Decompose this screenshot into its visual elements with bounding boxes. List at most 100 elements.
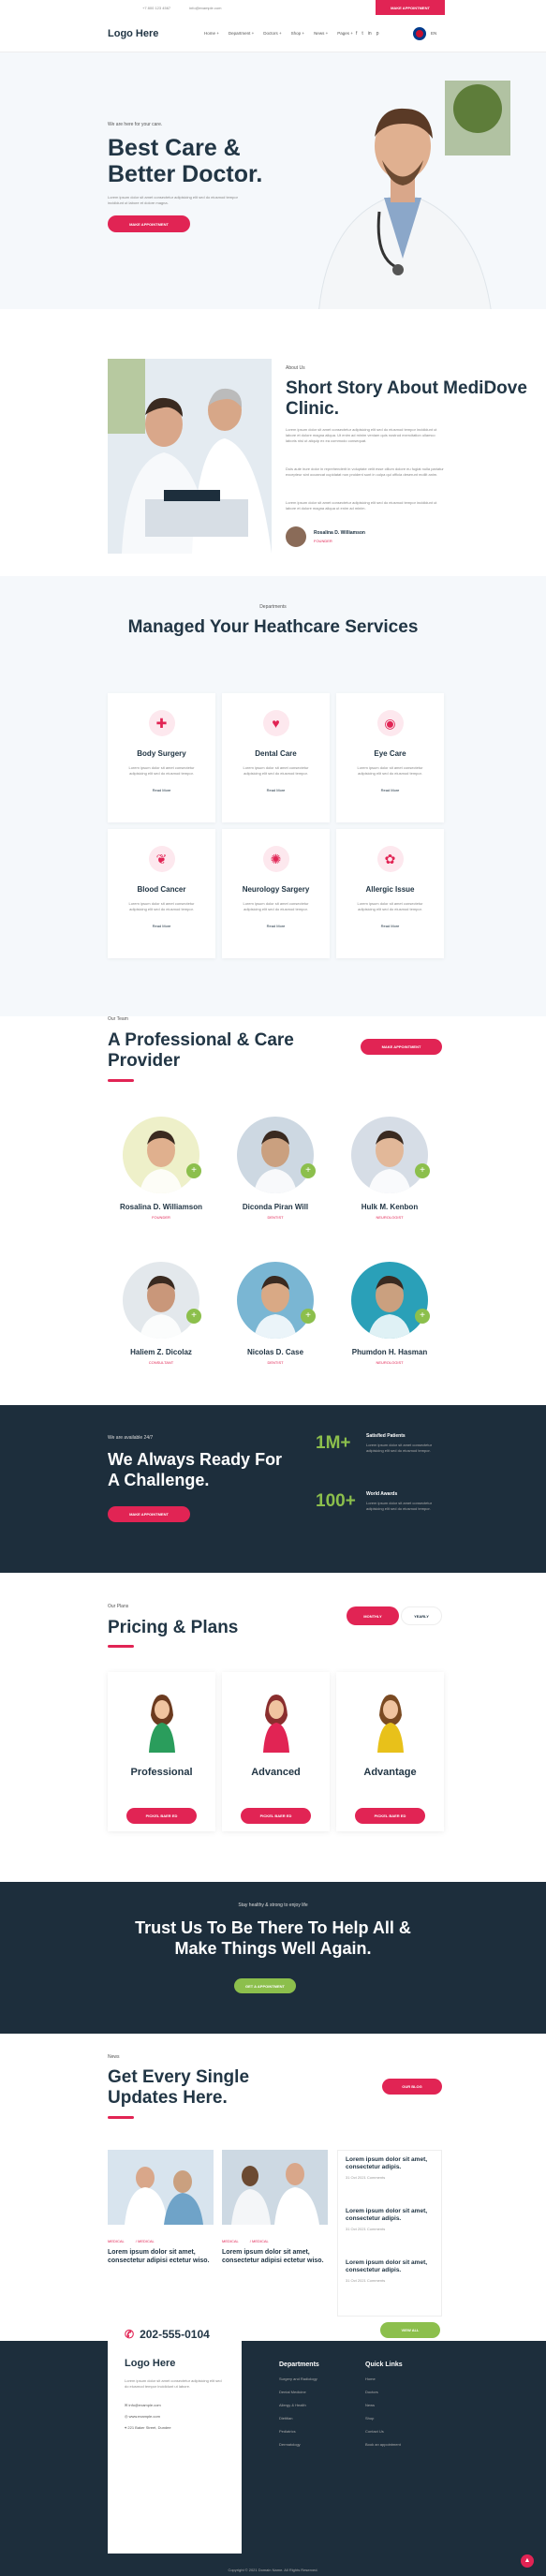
brain-icon: ✺ bbox=[262, 846, 289, 872]
nav-item-news[interactable]: News + bbox=[314, 31, 328, 36]
footer-link[interactable]: Doctors bbox=[365, 2390, 403, 2394]
linkedin-icon[interactable]: in bbox=[368, 31, 372, 37]
nav-item-shop[interactable]: Shop + bbox=[291, 31, 304, 36]
service-title: Body Surgery bbox=[137, 749, 186, 758]
service-card[interactable]: ♥ Dental Care Lorem ipsum dolor sit amet… bbox=[222, 693, 330, 822]
nav-item-doctors[interactable]: Doctors + bbox=[263, 31, 281, 36]
recent-post[interactable]: Lorem ipsum dolor sit amet, consectetur … bbox=[346, 2156, 434, 2180]
footer: ✆ 202-555-0104 Logo Here Lorem ipsum dolo… bbox=[0, 2315, 546, 2576]
plus-icon[interactable]: + bbox=[301, 1163, 316, 1178]
recent-post-title[interactable]: Lorem ipsum dolor sit amet, consectetur … bbox=[346, 2259, 434, 2274]
facebook-icon[interactable]: f bbox=[356, 31, 357, 37]
footer-phone[interactable]: 202-555-0104 bbox=[140, 2328, 210, 2341]
footer-logo[interactable]: Logo Here bbox=[125, 2358, 225, 2369]
read-more-link[interactable]: Read More bbox=[108, 788, 215, 792]
team-member-role: NEUROLOGIST bbox=[376, 1215, 404, 1220]
recent-post[interactable]: Lorem ipsum dolor sit amet, consectetur … bbox=[346, 2208, 434, 2231]
scroll-top-icon[interactable]: ▲ bbox=[521, 2554, 534, 2568]
title-underline bbox=[108, 1079, 134, 1082]
footer-website[interactable]: www.example.com bbox=[129, 2414, 160, 2419]
service-description: Lorem ipsum dolor sit amet consectetur a… bbox=[128, 765, 195, 776]
plus-icon[interactable]: + bbox=[415, 1309, 430, 1324]
plan-button[interactable]: PICKEL BAER ED bbox=[126, 1808, 197, 1824]
team-member[interactable]: + Phumdon H. Hasman NEUROLOGIST bbox=[329, 1262, 450, 1365]
team-member-role: DENTIST bbox=[267, 1360, 284, 1365]
blog-post-image bbox=[108, 2150, 214, 2225]
team-member[interactable]: + Hulk M. Kenbon NEUROLOGIST bbox=[329, 1117, 450, 1220]
hero-appointment-button[interactable]: MAKE APPOINTMENT bbox=[108, 215, 190, 232]
team-member[interactable]: + Haliem Z. Dicolaz CONSULTANT bbox=[100, 1262, 222, 1365]
footer-link[interactable]: Book an appointment bbox=[365, 2442, 403, 2447]
post-tag[interactable]: MEDICAL bbox=[108, 2239, 125, 2243]
plus-icon[interactable]: + bbox=[415, 1163, 430, 1178]
post-tag[interactable]: / MEDICAL bbox=[136, 2239, 155, 2243]
team-member[interactable]: + Rosalina D. Williamson FOUNDER bbox=[100, 1117, 222, 1220]
recent-post-title[interactable]: Lorem ipsum dolor sit amet, consectetur … bbox=[346, 2208, 434, 2223]
logo[interactable]: Logo Here bbox=[108, 28, 158, 39]
our-blog-button[interactable]: OUR BLOG bbox=[382, 2079, 442, 2095]
read-more-link[interactable]: Read More bbox=[336, 924, 444, 928]
plan-illustration bbox=[262, 1695, 289, 1753]
team-appointment-button[interactable]: MAKE APPOINTMENT bbox=[361, 1039, 442, 1055]
challenge-appointment-button[interactable]: MAKE APPOINTMENT bbox=[108, 1506, 190, 1522]
read-more-link[interactable]: Read More bbox=[108, 924, 215, 928]
footer-link[interactable]: Dermatology bbox=[279, 2442, 319, 2447]
team-member-role: CONSULTANT bbox=[148, 1360, 174, 1365]
team-member[interactable]: + Nicolas D. Case DENTIST bbox=[214, 1262, 336, 1365]
service-card[interactable]: ✺ Neurology Sargery Lorem ipsum dolor si… bbox=[222, 829, 330, 958]
top-appointment-button[interactable]: MAKE APPOINTMENT bbox=[376, 0, 445, 15]
nav-item-department[interactable]: Department + bbox=[229, 31, 254, 36]
service-card[interactable]: ✿ Allergic Issue Lorem ipsum dolor sit a… bbox=[336, 829, 444, 958]
post-tag[interactable]: MEDICAL bbox=[222, 2239, 239, 2243]
doctor-image bbox=[318, 81, 510, 309]
service-card[interactable]: ❦ Blood Cancer Lorem ipsum dolor sit ame… bbox=[108, 829, 215, 958]
eye-icon: ◉ bbox=[376, 710, 404, 736]
stat-label: Satisfied Patients bbox=[366, 1433, 406, 1439]
plus-icon[interactable]: + bbox=[301, 1309, 316, 1324]
service-description: Lorem ipsum dolor sit amet consectetur a… bbox=[128, 901, 195, 911]
recent-post[interactable]: Lorem ipsum dolor sit amet, consectetur … bbox=[346, 2259, 434, 2283]
uk-flag-icon[interactable] bbox=[413, 26, 426, 40]
footer-link[interactable]: News bbox=[365, 2403, 403, 2407]
cta-appointment-button[interactable]: GET A APPOINTMENT bbox=[234, 1978, 296, 1993]
pinterest-icon[interactable]: p bbox=[376, 31, 379, 37]
service-card[interactable]: ◉ Eye Care Lorem ipsum dolor sit amet co… bbox=[336, 693, 444, 822]
footer-email[interactable]: info@example.com bbox=[128, 2403, 160, 2407]
nav-item-pages[interactable]: Pages + bbox=[337, 31, 353, 36]
footer-link[interactable]: Allergy & Health bbox=[279, 2403, 319, 2407]
footer-link[interactable]: Dietitian bbox=[279, 2416, 319, 2421]
post-tag[interactable]: / MEDICAL bbox=[250, 2239, 269, 2243]
language-select[interactable]: EN bbox=[431, 31, 436, 36]
service-title: Eye Care bbox=[374, 749, 406, 758]
team-member[interactable]: + Diconda Piran Will DENTIST bbox=[214, 1117, 336, 1220]
team-member-photo: + bbox=[351, 1262, 430, 1339]
monthly-toggle[interactable]: MONTHLY bbox=[347, 1606, 399, 1625]
footer-link[interactable]: Shop bbox=[365, 2416, 403, 2421]
read-more-link[interactable]: Read More bbox=[222, 788, 330, 792]
recent-post-title[interactable]: Lorem ipsum dolor sit amet, consectetur … bbox=[346, 2156, 434, 2171]
plus-icon[interactable]: + bbox=[186, 1163, 201, 1178]
read-more-link[interactable]: Read More bbox=[336, 788, 444, 792]
view-all-button[interactable]: VIEW ALL bbox=[380, 2322, 440, 2338]
footer-link[interactable]: Contact Us bbox=[365, 2429, 403, 2434]
read-more-link[interactable]: Read More bbox=[222, 924, 330, 928]
copyright: Copyright © 2021 Domain Name. All Rights… bbox=[228, 2568, 318, 2572]
post-title[interactable]: Lorem ipsum dolor sit amet, consectetur … bbox=[222, 2248, 328, 2265]
blog-post[interactable]: MEDICAL / MEDICAL Lorem ipsum dolor sit a… bbox=[222, 2150, 328, 2265]
yearly-toggle[interactable]: YEARLY bbox=[401, 1606, 442, 1625]
plan-button[interactable]: PICKEL BAER ED bbox=[355, 1808, 425, 1824]
nav-item-home[interactable]: Home + bbox=[204, 31, 219, 36]
footer-link[interactable]: Dental Medicine bbox=[279, 2390, 319, 2394]
email-text[interactable]: info@example.com bbox=[189, 6, 221, 10]
blog-post[interactable]: MEDICAL / MEDICAL Lorem ipsum dolor sit a… bbox=[108, 2150, 214, 2265]
challenge-title: We Always Ready For A Challenge. bbox=[108, 1450, 283, 1489]
footer-link[interactable]: Home bbox=[365, 2376, 403, 2381]
footer-link[interactable]: Surgery and Radiology bbox=[279, 2376, 319, 2381]
footer-link[interactable]: Pediatrics bbox=[279, 2429, 319, 2434]
plus-icon[interactable]: + bbox=[186, 1309, 201, 1324]
blog-eyebrow: News bbox=[108, 2054, 120, 2060]
team-member-photo: + bbox=[123, 1262, 201, 1339]
post-title[interactable]: Lorem ipsum dolor sit amet, consectetur … bbox=[108, 2248, 214, 2265]
plan-button[interactable]: PICKEL BAER ED bbox=[241, 1808, 311, 1824]
service-card[interactable]: ✚ Body Surgery Lorem ipsum dolor sit ame… bbox=[108, 693, 215, 822]
